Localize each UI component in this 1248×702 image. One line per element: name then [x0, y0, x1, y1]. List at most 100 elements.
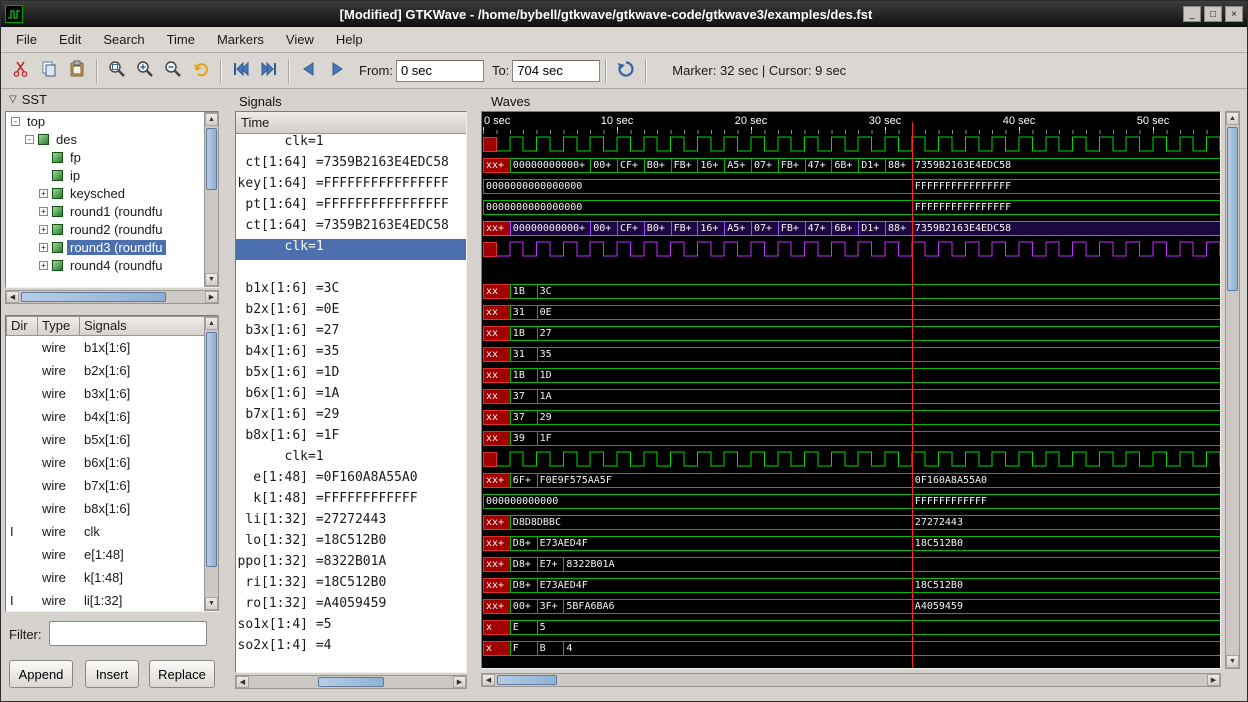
scrollbar-thumb[interactable] [206, 332, 217, 567]
replace-button[interactable]: Replace [149, 660, 215, 688]
tree-node-label[interactable]: ip [67, 168, 83, 183]
scrollbar-thumb[interactable] [497, 675, 557, 685]
titlebar[interactable]: [Modified] GTKWave - /home/bybell/gtkwav… [1, 1, 1247, 27]
signal-list-row[interactable]: b4x[1:6] =35 [236, 344, 466, 365]
tree-node[interactable]: +round2 (roundfu [6, 220, 218, 238]
wave-row-ct164[interactable]: xx+00000000000+00+CF+B0+FB+16+A5+07+FB+4… [483, 155, 1220, 176]
scroll-right-icon[interactable]: ▶ [1207, 674, 1220, 686]
zoom-to-end-button[interactable] [255, 57, 283, 85]
signal-list-row[interactable]: key[1:64] =FFFFFFFFFFFFFFFF [236, 176, 466, 197]
scrollbar-thumb[interactable] [318, 677, 383, 687]
signal-list-row[interactable]: li[1:32] =27272443 [236, 512, 466, 533]
column-header-type[interactable]: Type [38, 316, 80, 336]
signal-table-row[interactable]: Iwireclk [6, 520, 218, 543]
expand-icon[interactable]: + [39, 207, 48, 216]
signal-list-row[interactable]: clk=1 [236, 449, 466, 470]
insert-button[interactable]: Insert [85, 660, 139, 688]
wave-display[interactable]: 0 sec10 sec20 sec30 sec40 sec50 sec xx+0… [481, 111, 1221, 669]
expand-icon[interactable]: + [39, 225, 48, 234]
signal-list-row[interactable]: so2x[1:4] =4 [236, 638, 466, 659]
signal-list-row[interactable]: pt[1:64] =FFFFFFFFFFFFFFFF [236, 197, 466, 218]
signal-list-row[interactable]: lo[1:32] =18C512B0 [236, 533, 466, 554]
scroll-up-icon[interactable]: ▲ [205, 317, 218, 330]
shift-right-button[interactable] [323, 57, 351, 85]
signal-list-row[interactable]: b5x[1:6] =1D [236, 365, 466, 386]
signal-table-row[interactable]: wiree[1:48] [6, 543, 218, 566]
tree-node-label[interactable]: round4 (roundfu [67, 258, 166, 273]
filter-input[interactable] [49, 621, 207, 646]
scrollbar-thumb[interactable] [206, 128, 217, 190]
signal-list-row[interactable]: b7x[1:6] =29 [236, 407, 466, 428]
wave-row-b7x16[interactable]: xx3729 [483, 407, 1220, 428]
wave-row-b4x16[interactable]: xx3135 [483, 344, 1220, 365]
signals-list[interactable]: Time clk=1ct[1:64] =7359B2163E4EDC58key[… [235, 111, 467, 673]
scroll-left-icon[interactable]: ◀ [482, 674, 495, 686]
signal-list-row[interactable]: ct[1:64] =7359B2163E4EDC58 [236, 155, 466, 176]
signal-list-row[interactable]: b8x[1:6] =1F [236, 428, 466, 449]
signal-search-table[interactable]: Dir Type Signals wireb1x[1:6]wireb2x[1:6… [5, 315, 219, 612]
wave-row-b1x16[interactable]: xx1B3C [483, 281, 1220, 302]
wave-row-ro132[interactable]: xx+00+3F+5BFA6BA6A4059459 [483, 596, 1220, 617]
signal-table-row[interactable]: Iwireli[1:32] [6, 589, 218, 612]
scroll-down-icon[interactable]: ▼ [205, 273, 218, 286]
zoom-out-button[interactable] [159, 57, 187, 85]
zoom-to-start-button[interactable] [227, 57, 255, 85]
scroll-down-icon[interactable]: ▼ [1226, 655, 1239, 668]
primary-marker-line[interactable] [912, 122, 913, 668]
waves-horizontal-scrollbar[interactable]: ◀ ▶ [481, 673, 1221, 687]
reload-button[interactable] [612, 57, 640, 85]
menu-edit[interactable]: Edit [48, 28, 92, 51]
collapse-icon[interactable]: - [11, 117, 20, 126]
signal-list-row[interactable]: clk=1 [236, 134, 466, 155]
tree-node[interactable]: +keysched [6, 184, 218, 202]
signal-table-row[interactable]: wireb8x[1:6] [6, 497, 218, 520]
tree-node-label[interactable]: round1 (roundfu [67, 204, 166, 219]
signal-list-row[interactable]: e[1:48] =0F160A8A55A0 [236, 470, 466, 491]
signal-table-row[interactable]: wireb3x[1:6] [6, 382, 218, 405]
scroll-up-icon[interactable]: ▲ [205, 113, 218, 126]
scroll-right-icon[interactable]: ▶ [453, 676, 466, 688]
signal-table-row[interactable]: wireb4x[1:6] [6, 405, 218, 428]
expand-icon[interactable]: + [39, 243, 48, 252]
tree-node-label[interactable]: fp [67, 150, 84, 165]
maximize-button[interactable]: □ [1204, 6, 1222, 22]
tree-node[interactable]: -des [6, 130, 218, 148]
wave-row[interactable] [483, 260, 1220, 281]
hierarchy-tree[interactable]: -top-desfpip+keysched+round1 (roundfu+ro… [5, 111, 219, 288]
signals-horizontal-scrollbar[interactable]: ◀ ▶ [235, 675, 467, 689]
wave-row-ppo132[interactable]: xx+D8+E7+8322B01A [483, 554, 1220, 575]
wave-row-b8x16[interactable]: xx391F [483, 428, 1220, 449]
wave-row-b6x16[interactable]: xx371A [483, 386, 1220, 407]
wave-row-clk[interactable] [483, 449, 1220, 470]
copy-button[interactable] [35, 57, 63, 85]
scroll-left-icon[interactable]: ◀ [6, 291, 19, 303]
tree-node-label[interactable]: top [24, 114, 48, 129]
signal-table-row[interactable]: wirek[1:48] [6, 566, 218, 589]
tree-node[interactable]: fp [6, 148, 218, 166]
tree-node[interactable]: -top [6, 112, 218, 130]
tree-node-label[interactable]: round3 (roundfu [67, 240, 166, 255]
to-input[interactable] [512, 60, 600, 82]
close-button[interactable]: × [1225, 6, 1243, 22]
expand-icon[interactable]: + [39, 261, 48, 270]
table-vertical-scrollbar[interactable]: ▲ ▼ [204, 316, 219, 611]
signal-list-row[interactable]: b6x[1:6] =1A [236, 386, 466, 407]
column-header-dir[interactable]: Dir [6, 316, 38, 336]
collapse-icon[interactable]: - [25, 135, 34, 144]
scrollbar-thumb[interactable] [21, 292, 166, 302]
signal-list-row[interactable]: clk=1 [236, 239, 466, 260]
cut-button[interactable] [7, 57, 35, 85]
wave-row-clk[interactable] [483, 239, 1220, 260]
wave-row-li132[interactable]: xx+D8D8DBBC27272443 [483, 512, 1220, 533]
column-header-signals[interactable]: Signals [80, 316, 218, 336]
scroll-down-icon[interactable]: ▼ [205, 597, 218, 610]
from-input[interactable] [396, 60, 484, 82]
tree-node-label[interactable]: keysched [67, 186, 128, 201]
menu-time[interactable]: Time [156, 28, 206, 51]
zoom-in-button[interactable] [131, 57, 159, 85]
waves-vertical-scrollbar[interactable]: ▲ ▼ [1225, 111, 1240, 669]
minimize-button[interactable]: _ [1183, 6, 1201, 22]
tree-node[interactable]: + round4 (roundfu [6, 256, 218, 274]
timeline[interactable]: 0 sec10 sec20 sec30 sec40 sec50 sec [483, 113, 1220, 134]
menu-markers[interactable]: Markers [206, 28, 275, 51]
